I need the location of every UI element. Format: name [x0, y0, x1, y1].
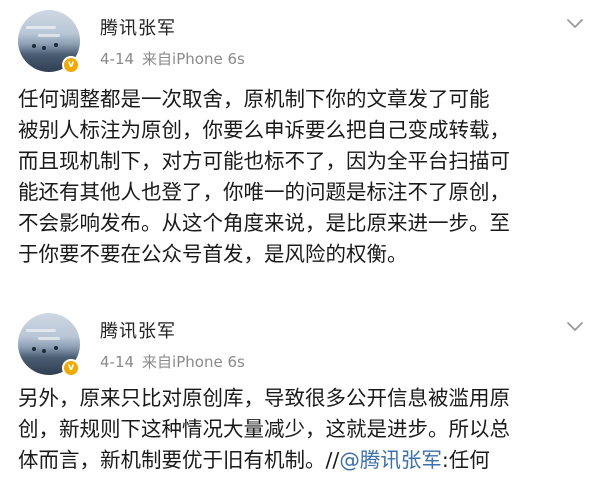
post: v 腾讯张军 4-14 来自iPhone 6s 另外，原来只比对原创库，导致很多公… [0, 303, 600, 472]
post-header: v 腾讯张军 4-14 来自iPhone 6s [0, 303, 600, 383]
post-text-line: 创，新规则下这种情况大量减少，这就是进步。所以总 [18, 417, 510, 441]
post-text-fragment: :任何 [441, 448, 490, 472]
post-text-line: 而且现机制下，对方可能也标不了，因为全平台扫描可 [18, 149, 510, 173]
post-text-line: 能还有其他人也登了，你唯一的问题是标注不了原创， [18, 180, 510, 204]
post-date: 4-14 [100, 353, 135, 371]
mention-link[interactable]: @腾讯张军 [339, 448, 442, 472]
post-author[interactable]: 腾讯张军 [100, 14, 176, 40]
post-text-line: 体而言，新机制要优于旧有机制。//@腾讯张军:任何 [18, 445, 588, 476]
post-text-line: 不会影响发布。从这个角度来说，是比原来进一步。至 [18, 211, 510, 235]
post-text: 任何调整都是一次取舍，原机制下你的文章发了可能 被别人标注为原创，你要么申诉要么… [18, 84, 588, 270]
post-header: v 腾讯张军 4-14 来自iPhone 6s [0, 0, 600, 80]
post-text-line: 另外，原来只比对原创库，导致很多公开信息被滥用原 [18, 386, 510, 410]
post-text-line: 于你要不要在公众号首发，是风险的权衡。 [18, 242, 408, 266]
post-date: 4-14 [100, 50, 135, 68]
post-text-fragment: 体而言，新机制要优于旧有机制。// [18, 448, 340, 472]
post: v 腾讯张军 4-14 来自iPhone 6s 任何调整都是一次取舍，原机制下你的… [0, 0, 600, 266]
verified-badge-icon: v [62, 359, 80, 377]
post-meta: 4-14 来自iPhone 6s [100, 48, 245, 69]
post-text: 另外，原来只比对原创库，导致很多公开信息被滥用原 创，新规则下这种情况大量减少，… [18, 383, 588, 476]
chevron-down-icon[interactable] [566, 321, 584, 333]
weibo-feed: v 腾讯张军 4-14 来自iPhone 6s 任何调整都是一次取舍，原机制下你的… [0, 0, 600, 480]
post-text-line: 任何调整都是一次取舍，原机制下你的文章发了可能 [18, 87, 490, 111]
chevron-down-icon[interactable] [566, 18, 584, 30]
post-source: 来自iPhone 6s [142, 50, 245, 68]
post-author[interactable]: 腾讯张军 [100, 317, 176, 343]
post-source: 来自iPhone 6s [142, 353, 245, 371]
post-meta: 4-14 来自iPhone 6s [100, 351, 245, 372]
post-text-line: 被别人标注为原创，你要么申诉要么把自己变成转载， [18, 118, 510, 142]
verified-badge-icon: v [62, 56, 80, 74]
